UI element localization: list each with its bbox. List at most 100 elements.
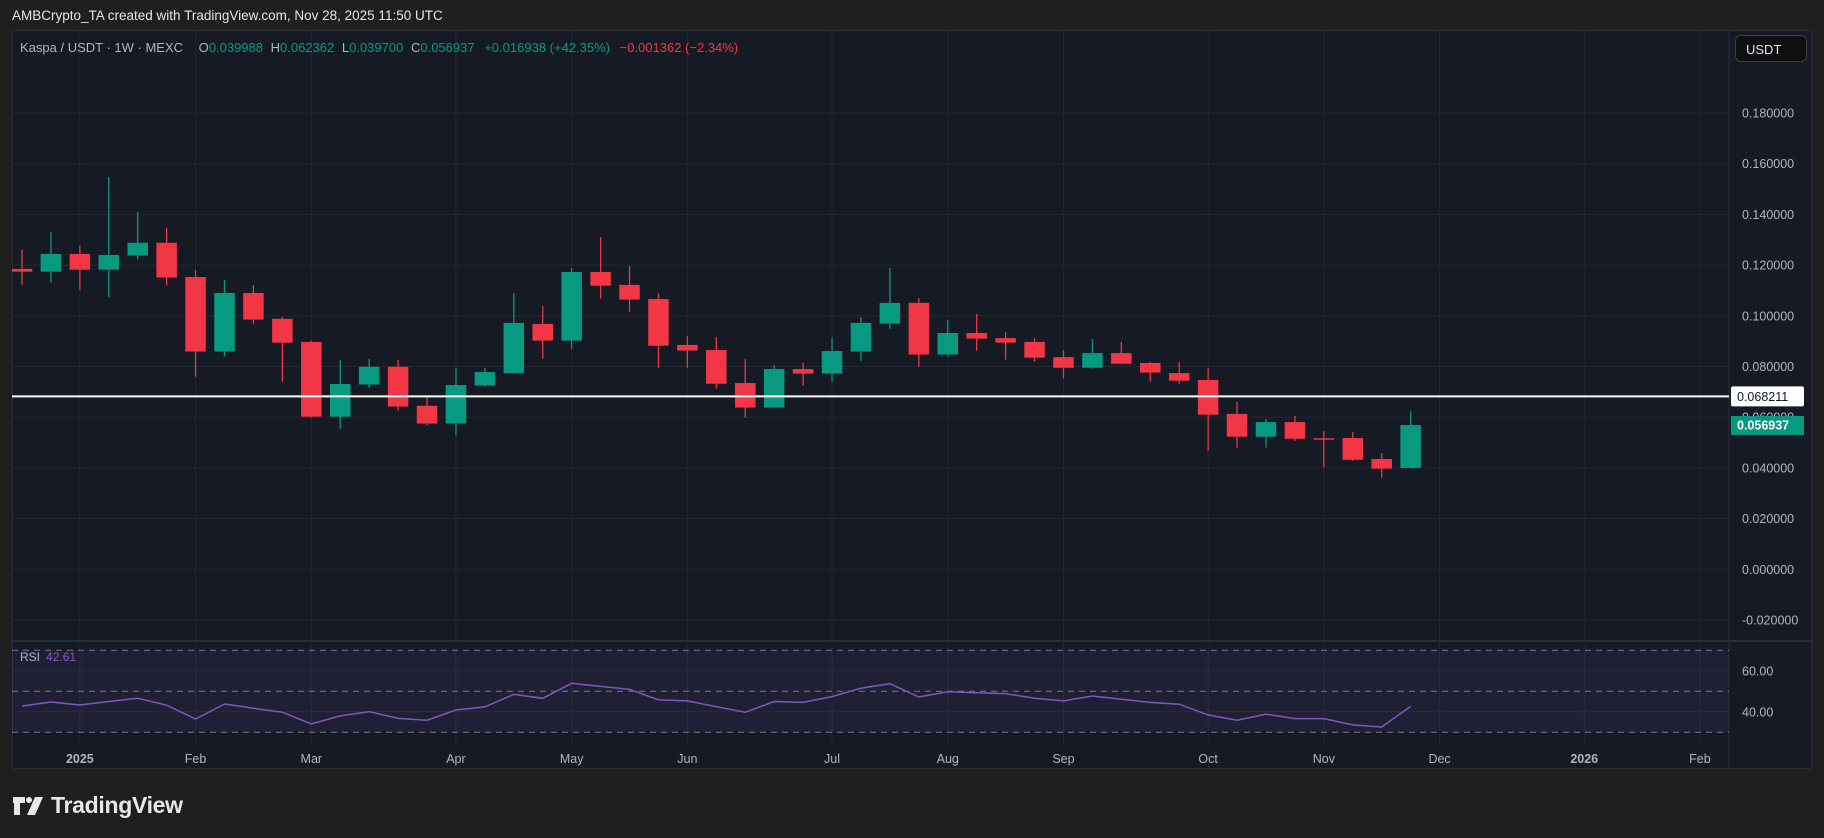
candle bbox=[416, 394, 438, 426]
candle bbox=[1168, 361, 1190, 384]
price-tick-label: 0.040000 bbox=[1742, 461, 1794, 475]
candle-body bbox=[40, 253, 62, 272]
price-tick-label: -0.020000 bbox=[1742, 614, 1798, 628]
symbol-title[interactable]: Kaspa / USDT · 1W · MEXC bbox=[20, 40, 183, 55]
candle-body bbox=[301, 341, 322, 417]
high-value: 0.062362 bbox=[280, 40, 335, 55]
candle-body bbox=[706, 350, 727, 384]
candle bbox=[735, 358, 756, 418]
candle-body bbox=[185, 277, 206, 352]
time-tick-label: Sep bbox=[1052, 752, 1074, 766]
candle bbox=[1082, 339, 1103, 369]
rsi-tick-label: 40.00 bbox=[1742, 705, 1773, 719]
candle bbox=[706, 337, 727, 389]
candle bbox=[1053, 350, 1074, 379]
candle bbox=[1024, 338, 1045, 362]
candle-body bbox=[1140, 362, 1161, 373]
candle bbox=[1342, 432, 1364, 461]
candle bbox=[69, 245, 91, 290]
candle bbox=[40, 231, 62, 283]
candle bbox=[966, 314, 987, 351]
price-tick-label: 0.000000 bbox=[1742, 563, 1794, 577]
time-tick-label: Aug bbox=[937, 752, 959, 766]
candle bbox=[445, 367, 467, 436]
candle bbox=[12, 249, 33, 285]
time-tick-label: Jun bbox=[677, 752, 697, 766]
candle-body bbox=[12, 268, 33, 272]
time-tick-label: Apr bbox=[446, 752, 465, 766]
candle-body bbox=[677, 344, 698, 351]
time-tick-label: Oct bbox=[1198, 752, 1218, 766]
candle bbox=[272, 316, 293, 382]
candle-body bbox=[243, 292, 264, 320]
candle-body bbox=[532, 323, 553, 341]
candle-body bbox=[127, 242, 148, 256]
rsi-pane bbox=[12, 649, 1729, 733]
candle-body bbox=[156, 242, 177, 278]
candle bbox=[1111, 341, 1132, 364]
price-tick-label: 0.020000 bbox=[1742, 512, 1794, 526]
candle-body bbox=[1284, 422, 1306, 439]
candle-body bbox=[850, 322, 872, 352]
currency-button[interactable]: USDT bbox=[1735, 35, 1807, 62]
candle-body bbox=[879, 302, 901, 324]
candle-body bbox=[619, 284, 640, 300]
candle-body bbox=[763, 369, 785, 408]
candle bbox=[301, 340, 322, 418]
candle bbox=[590, 236, 611, 299]
candle-body bbox=[1255, 422, 1277, 437]
candle-body bbox=[966, 333, 987, 339]
candlestick-chart[interactable]: 0.180000 0.160000 0.140000 0.120000 0.100000… bbox=[12, 30, 1812, 769]
candle bbox=[532, 305, 553, 359]
candle-body bbox=[214, 292, 235, 352]
candle-body bbox=[416, 405, 438, 424]
candle bbox=[329, 359, 351, 429]
candle bbox=[127, 211, 148, 260]
candle bbox=[1140, 361, 1161, 382]
candle bbox=[1313, 431, 1335, 468]
logo-text: TradingView bbox=[51, 792, 183, 818]
candle-body bbox=[358, 366, 380, 385]
change-value: +0.016938 (+42.35%) bbox=[484, 40, 610, 55]
candle bbox=[677, 336, 698, 368]
candle-body bbox=[937, 333, 959, 355]
candle bbox=[1255, 418, 1277, 448]
time-tick-label: Nov bbox=[1313, 752, 1336, 766]
candle bbox=[1371, 452, 1392, 478]
open-label: O bbox=[198, 40, 209, 55]
candle bbox=[1226, 401, 1248, 448]
candle-body bbox=[1400, 424, 1421, 468]
time-tick-label: Jul bbox=[824, 752, 840, 766]
time-tick-label: 2026 bbox=[1570, 752, 1598, 766]
tradingview-logo[interactable]: TradingView bbox=[13, 792, 183, 819]
time-tick-label: Feb bbox=[185, 752, 207, 766]
candle bbox=[850, 317, 872, 361]
candle-body bbox=[272, 318, 293, 343]
time-tick-label: Feb bbox=[1689, 752, 1711, 766]
candle-body bbox=[561, 271, 582, 341]
candle bbox=[937, 320, 959, 357]
change2-value: −0.001362 (−2.34%) bbox=[619, 40, 739, 55]
candle bbox=[1400, 411, 1421, 469]
candle-body bbox=[1053, 357, 1074, 368]
candle-body bbox=[1313, 438, 1335, 440]
low-value: 0.039700 bbox=[349, 40, 404, 55]
candles bbox=[12, 176, 1729, 478]
candle-body bbox=[1024, 341, 1045, 358]
candle bbox=[561, 267, 582, 349]
candle-body bbox=[1342, 437, 1364, 460]
candle bbox=[243, 284, 264, 324]
candle bbox=[98, 176, 120, 298]
price-tick-label: 0.140000 bbox=[1742, 208, 1794, 222]
time-axis: 2025 Feb Mar Apr May Jun Jul Aug Sep Oct Nov Dec 202… bbox=[66, 752, 1711, 766]
price-tick-label: 0.100000 bbox=[1742, 309, 1794, 323]
candle-body bbox=[648, 299, 669, 346]
time-tick-label: May bbox=[560, 752, 584, 766]
candle-body bbox=[1168, 373, 1190, 381]
candle bbox=[185, 269, 206, 377]
candle-body bbox=[590, 271, 611, 286]
candle-body bbox=[821, 351, 843, 374]
candle-body bbox=[1082, 353, 1103, 368]
open-value: 0.039988 bbox=[208, 40, 263, 55]
candle-body bbox=[474, 372, 496, 386]
